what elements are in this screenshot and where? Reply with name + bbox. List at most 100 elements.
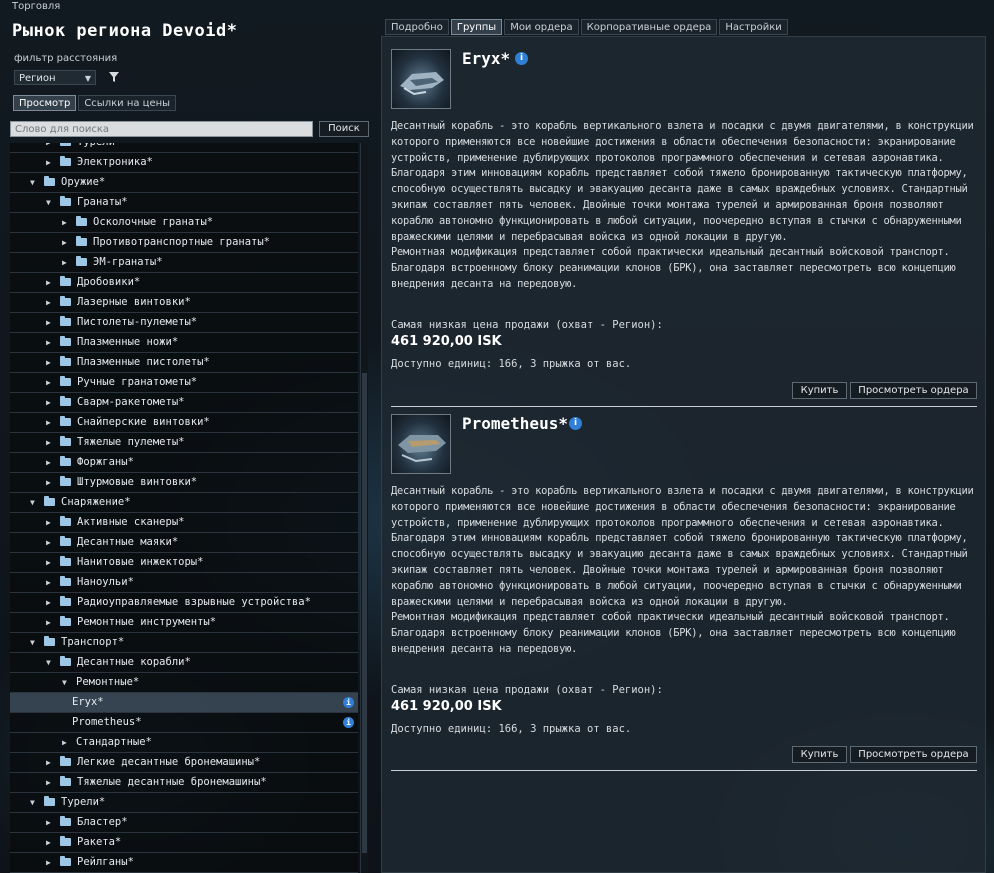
tree-group[interactable]: ▶ Штурмовые винтовки* bbox=[10, 473, 358, 493]
tree-group[interactable]: ▶ Активные сканеры* bbox=[10, 513, 358, 533]
chevron-right-icon[interactable]: ▶ bbox=[46, 413, 51, 432]
tree-group[interactable]: ▶ Стандартные* bbox=[10, 733, 358, 753]
chevron-right-icon[interactable]: ▶ bbox=[46, 473, 51, 492]
tree-group[interactable]: ▶ Легкие десантные бронемашины* bbox=[10, 753, 358, 773]
info-icon[interactable]: i bbox=[343, 697, 354, 708]
tree-group[interactable]: ▼ Десантные корабли* bbox=[10, 653, 358, 673]
tree-group[interactable]: ▶ Нанитовые инжекторы* bbox=[10, 553, 358, 573]
tree-group[interactable]: ▶ Электроника* bbox=[10, 153, 358, 173]
chevron-down-icon[interactable]: ▼ bbox=[46, 193, 51, 212]
chevron-right-icon[interactable]: ▶ bbox=[46, 273, 51, 292]
chevron-right-icon[interactable]: ▶ bbox=[46, 773, 51, 792]
tree-item-label: Стандартные* bbox=[76, 736, 152, 748]
chevron-right-icon[interactable]: ▶ bbox=[46, 353, 51, 372]
buy-button[interactable]: Купить bbox=[792, 382, 847, 399]
chevron-right-icon[interactable]: ▶ bbox=[62, 213, 67, 232]
chevron-right-icon[interactable]: ▶ bbox=[46, 143, 51, 152]
ship-thumbnail[interactable] bbox=[391, 414, 451, 474]
chevron-right-icon[interactable]: ▶ bbox=[46, 613, 51, 632]
tree-group[interactable]: ▼ Турели* bbox=[10, 793, 358, 813]
tree-scrollbar-thumb[interactable] bbox=[362, 373, 367, 853]
search-button[interactable]: Поиск bbox=[319, 121, 369, 137]
chevron-right-icon[interactable]: ▶ bbox=[46, 533, 51, 552]
chevron-right-icon[interactable]: ▶ bbox=[46, 853, 51, 872]
view-orders-button[interactable]: Просмотреть ордера bbox=[850, 382, 977, 399]
search-input[interactable] bbox=[10, 121, 313, 137]
chevron-right-icon[interactable]: ▶ bbox=[46, 573, 51, 592]
info-icon[interactable]: i bbox=[569, 417, 582, 430]
tree-group[interactable]: ▶ Плазменные ножи* bbox=[10, 333, 358, 353]
tab-quickbar[interactable]: Ссылки на цены bbox=[78, 95, 177, 111]
chevron-down-icon[interactable]: ▼ bbox=[30, 173, 35, 192]
tree-group[interactable]: ▶ Радиоуправляемые взрывные устройства* bbox=[10, 593, 358, 613]
tree-group[interactable]: ▶ Ракета* bbox=[10, 833, 358, 853]
chevron-right-icon[interactable]: ▶ bbox=[62, 733, 67, 752]
tree-group[interactable]: ▶ Ручные гранатометы* bbox=[10, 373, 358, 393]
chevron-right-icon[interactable]: ▶ bbox=[46, 753, 51, 772]
chevron-right-icon[interactable]: ▶ bbox=[46, 553, 51, 572]
tab-browse[interactable]: Просмотр bbox=[13, 95, 77, 111]
info-icon[interactable]: i bbox=[343, 717, 354, 728]
chevron-right-icon[interactable]: ▶ bbox=[46, 433, 51, 452]
tree-group[interactable]: ▶ Дробовики* bbox=[10, 273, 358, 293]
tree-group[interactable]: ▶ Тяжелые десантные бронемашины* bbox=[10, 773, 358, 793]
tree-group[interactable]: ▼ Гранаты* bbox=[10, 193, 358, 213]
chevron-down-icon[interactable]: ▼ bbox=[46, 653, 51, 672]
chevron-right-icon[interactable]: ▶ bbox=[46, 373, 51, 392]
item-name[interactable]: Prometheus* bbox=[462, 414, 568, 433]
tree-group[interactable]: ▶ Тяжелые пулеметы* bbox=[10, 433, 358, 453]
tree-group[interactable]: ▼ Оружие* bbox=[10, 173, 358, 193]
tree-group[interactable]: ▶ Противотранспортные гранаты* bbox=[10, 233, 358, 253]
chevron-right-icon[interactable]: ▶ bbox=[46, 313, 51, 332]
tree-scrollbar[interactable] bbox=[360, 143, 368, 873]
folder-icon bbox=[60, 456, 71, 466]
chevron-down-icon[interactable]: ▼ bbox=[30, 633, 35, 652]
tab-2[interactable]: Мои ордера bbox=[504, 19, 579, 35]
chevron-right-icon[interactable]: ▶ bbox=[46, 453, 51, 472]
tab-1[interactable]: Группы bbox=[450, 19, 503, 35]
item-name[interactable]: Eryx* bbox=[462, 49, 510, 68]
folder-icon bbox=[60, 836, 71, 846]
chevron-right-icon[interactable]: ▶ bbox=[46, 333, 51, 352]
tab-0[interactable]: Подробно bbox=[385, 19, 449, 35]
tree-group[interactable]: ▶ Осколочные гранаты* bbox=[10, 213, 358, 233]
tab-3[interactable]: Корпоративные ордера bbox=[580, 19, 718, 35]
tree-group[interactable]: ▶ Сварм-ракетометы* bbox=[10, 393, 358, 413]
tree-group[interactable]: ▼ Снаряжение* bbox=[10, 493, 358, 513]
chevron-right-icon[interactable]: ▶ bbox=[62, 253, 67, 272]
buy-button[interactable]: Купить bbox=[792, 746, 847, 763]
chevron-right-icon[interactable]: ▶ bbox=[46, 593, 51, 612]
tree-item[interactable]: Eryx* i bbox=[10, 693, 358, 713]
tree-group[interactable]: ▶ Бластер* bbox=[10, 813, 358, 833]
tree-group[interactable]: ▶ Снайперские винтовки* bbox=[10, 413, 358, 433]
chevron-down-icon[interactable]: ▼ bbox=[30, 493, 35, 512]
info-icon[interactable]: i bbox=[515, 52, 528, 65]
tree-group[interactable]: ▼ Ремонтные* bbox=[10, 673, 358, 693]
tree-group[interactable]: ▶ Пистолеты-пулеметы* bbox=[10, 313, 358, 333]
tree-group[interactable]: ▶ ЭМ-гранаты* bbox=[10, 253, 358, 273]
ship-thumbnail[interactable] bbox=[391, 49, 451, 109]
tree-group[interactable]: ▼ Транспорт* bbox=[10, 633, 358, 653]
tree-group[interactable]: ▶ Форжганы* bbox=[10, 453, 358, 473]
tree-group[interactable]: ▶ Лазерные винтовки* bbox=[10, 293, 358, 313]
chevron-down-icon[interactable]: ▼ bbox=[62, 673, 67, 692]
range-filter-select[interactable]: Регион ▼ bbox=[14, 70, 96, 85]
tab-4[interactable]: Настройки bbox=[719, 19, 788, 35]
chevron-right-icon[interactable]: ▶ bbox=[46, 153, 51, 172]
tree-group[interactable]: ▶ Наноульи* bbox=[10, 573, 358, 593]
tree-group[interactable]: ▶ Рейлганы* bbox=[10, 853, 358, 873]
tree-group[interactable]: ▶ Десантные маяки* bbox=[10, 533, 358, 553]
tree-item[interactable]: Prometheus* i bbox=[10, 713, 358, 733]
chevron-right-icon[interactable]: ▶ bbox=[46, 293, 51, 312]
chevron-right-icon[interactable]: ▶ bbox=[62, 233, 67, 252]
chevron-right-icon[interactable]: ▶ bbox=[46, 833, 51, 852]
tree-group[interactable]: ▶ Турели* bbox=[10, 143, 358, 153]
view-orders-button[interactable]: Просмотреть ордера bbox=[850, 746, 977, 763]
chevron-right-icon[interactable]: ▶ bbox=[46, 813, 51, 832]
filter-icon[interactable] bbox=[108, 70, 120, 84]
tree-group[interactable]: ▶ Плазменные пистолеты* bbox=[10, 353, 358, 373]
chevron-right-icon[interactable]: ▶ bbox=[46, 393, 51, 412]
chevron-down-icon[interactable]: ▼ bbox=[30, 793, 35, 812]
chevron-right-icon[interactable]: ▶ bbox=[46, 513, 51, 532]
tree-group[interactable]: ▶ Ремонтные инструменты* bbox=[10, 613, 358, 633]
